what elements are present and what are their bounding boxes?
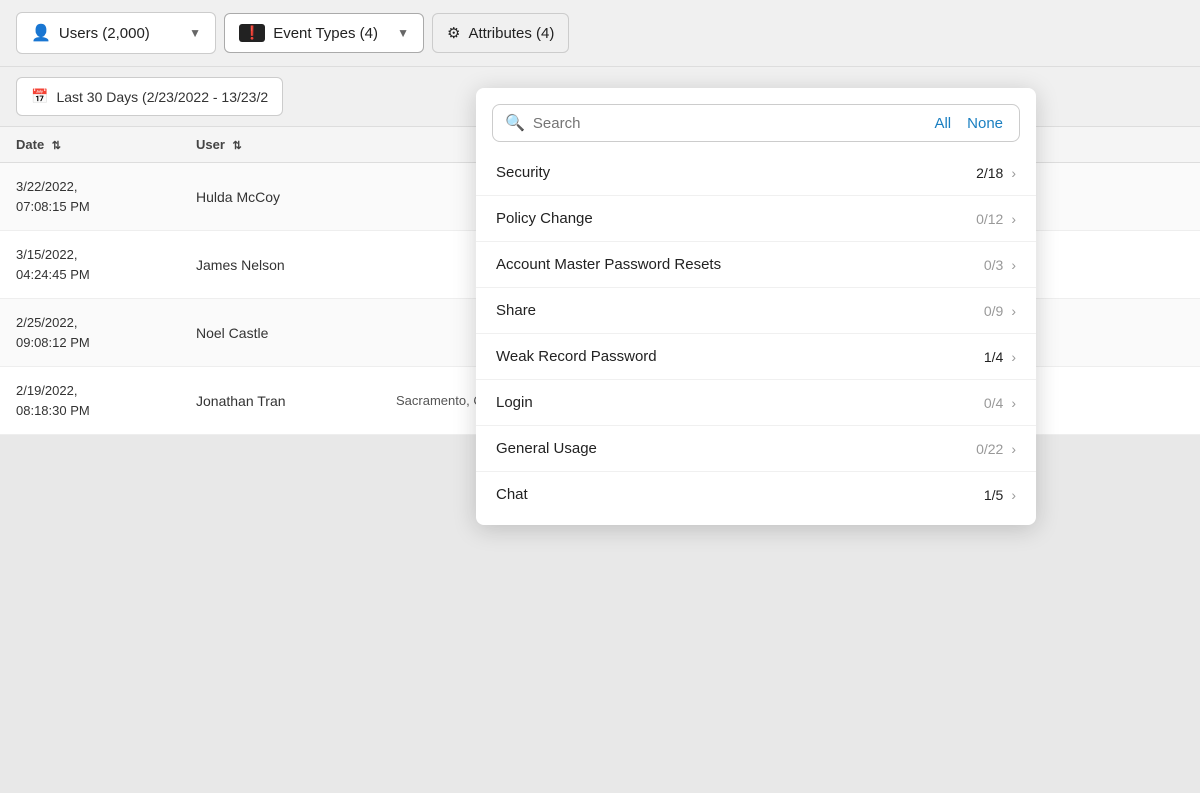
date-filter-button[interactable]: 📅 Last 30 Days (2/23/2022 - 13/23/2 [16,77,283,116]
event-type-weak-record-pw-label: Weak Record Password [496,348,657,365]
event-type-account-master-pw-chevron: › [1011,257,1016,273]
event-type-policy-change-label: Policy Change [496,210,593,227]
user-sort-icon: ⇅ [233,139,242,152]
event-types-chevron-icon: ▼ [397,26,409,40]
event-types-dropdown: 🔍 All None Security 2/18 › Policy Change… [476,88,1036,525]
event-type-policy-change-count: 0/12 [976,211,1003,227]
event-type-share-label: Share [496,302,536,319]
event-types-icon: ❗ [239,24,265,42]
select-none-button[interactable]: None [963,115,1007,132]
event-type-chat-label: Chat [496,486,528,503]
users-icon: 👤 [31,23,51,43]
event-type-chat-count: 1/5 [984,487,1003,503]
event-type-policy-change-chevron: › [1011,211,1016,227]
select-all-button[interactable]: All [930,115,955,132]
event-type-general-usage-chevron: › [1011,441,1016,457]
row3-date: 2/25/2022,09:08:12 PM [16,313,196,352]
col-user-header[interactable]: User ⇅ [196,137,396,152]
event-type-login[interactable]: Login 0/4 › [476,380,1036,426]
date-filter-label: Last 30 Days (2/23/2022 - 13/23/2 [56,89,268,105]
event-type-security-label: Security [496,164,550,181]
row2-user: James Nelson [196,257,396,273]
row4-user: Jonathan Tran [196,393,396,409]
calendar-icon: 📅 [31,88,48,105]
event-type-login-label: Login [496,394,533,411]
event-type-general-usage-count: 0/22 [976,441,1003,457]
event-type-security[interactable]: Security 2/18 › [476,150,1036,196]
attributes-filter-button[interactable]: ⚙ Attributes (4) [432,13,569,53]
search-actions: All None [930,115,1007,132]
event-type-share[interactable]: Share 0/9 › [476,288,1036,334]
search-input[interactable] [533,115,923,132]
event-types-filter-label: Event Types (4) [273,25,378,42]
event-type-policy-change[interactable]: Policy Change 0/12 › [476,196,1036,242]
date-sort-icon: ⇅ [52,139,61,152]
event-type-chat[interactable]: Chat 1/5 › [476,472,1036,517]
event-type-general-usage-label: General Usage [496,440,597,457]
row2-date: 3/15/2022,04:24:45 PM [16,245,196,284]
event-type-share-count: 0/9 [984,303,1003,319]
event-type-share-chevron: › [1011,303,1016,319]
event-type-login-chevron: › [1011,395,1016,411]
col-date-header[interactable]: Date ⇅ [16,137,196,152]
row1-user: Hulda McCoy [196,189,396,205]
users-filter-label: Users (2,000) [59,25,150,42]
event-type-weak-record-pw[interactable]: Weak Record Password 1/4 › [476,334,1036,380]
attributes-icon: ⚙ [447,24,460,42]
attributes-filter-label: Attributes (4) [468,25,554,42]
event-type-weak-record-pw-chevron: › [1011,349,1016,365]
event-type-general-usage[interactable]: General Usage 0/22 › [476,426,1036,472]
row3-user: Noel Castle [196,325,396,341]
event-type-account-master-pw-label: Account Master Password Resets [496,256,721,273]
event-type-account-master-pw-count: 0/3 [984,257,1003,273]
row4-date: 2/19/2022,08:18:30 PM [16,381,196,420]
event-type-account-master-pw[interactable]: Account Master Password Resets 0/3 › [476,242,1036,288]
event-type-weak-record-pw-count: 1/4 [984,349,1003,365]
event-type-security-count: 2/18 [976,165,1003,181]
event-type-security-chevron: › [1011,165,1016,181]
event-search-bar: 🔍 All None [492,104,1020,142]
users-filter-button[interactable]: 👤 Users (2,000) ▼ [16,12,216,54]
search-icon: 🔍 [505,113,525,133]
event-type-login-count: 0/4 [984,395,1003,411]
event-types-filter-button[interactable]: ❗ Event Types (4) ▼ [224,13,424,53]
event-type-list: Security 2/18 › Policy Change 0/12 › Acc… [476,150,1036,517]
event-type-chat-chevron: › [1011,487,1016,503]
row1-date: 3/22/2022,07:08:15 PM [16,177,196,216]
users-chevron-icon: ▼ [189,26,201,40]
